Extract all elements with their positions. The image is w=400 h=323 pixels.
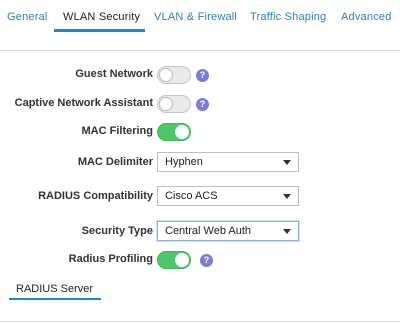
toggle-knob	[175, 253, 189, 267]
radius-profiling-toggle[interactable]	[157, 251, 191, 269]
security-type-select[interactable]: Central Web Auth	[157, 221, 299, 241]
caret-down-icon	[283, 229, 291, 234]
bottom-divider	[0, 321, 400, 322]
tab-vlan-firewall[interactable]: VLAN & Firewall	[154, 11, 237, 23]
help-icon[interactable]: ?	[196, 69, 209, 82]
captive-network-assistant-toggle[interactable]	[157, 95, 191, 113]
toggle-knob	[175, 125, 189, 139]
mac-delimiter-value: Hyphen	[165, 156, 203, 168]
tab-bar: General WLAN Security VLAN & Firewall Tr…	[0, 0, 400, 36]
toggle-knob	[159, 68, 173, 82]
guest-network-label: Guest Network	[75, 68, 153, 80]
toggle-knob	[159, 97, 173, 111]
guest-network-toggle[interactable]	[157, 66, 191, 84]
mac-delimiter-label: MAC Delimiter	[77, 156, 153, 168]
radius-compatibility-label: RADIUS Compatibility	[38, 190, 153, 202]
tab-traffic-shaping[interactable]: Traffic Shaping	[250, 11, 326, 23]
security-type-label: Security Type	[81, 225, 153, 237]
radius-compatibility-select[interactable]: Cisco ACS	[157, 186, 299, 206]
subtab-radius-server[interactable]: RADIUS Server	[16, 283, 93, 295]
mac-delimiter-select[interactable]: Hyphen	[157, 152, 299, 172]
security-type-value: Central Web Auth	[165, 225, 252, 237]
captive-network-assistant-label: Captive Network Assistant	[14, 97, 153, 109]
active-tab-indicator	[54, 29, 145, 32]
tab-advanced[interactable]: Advanced	[341, 11, 392, 23]
radius-compatibility-value: Cisco ACS	[165, 190, 218, 202]
mac-filtering-toggle[interactable]	[157, 123, 191, 141]
radius-profiling-label: Radius Profiling	[68, 253, 153, 265]
mac-filtering-label: MAC Filtering	[81, 125, 154, 137]
help-icon[interactable]: ?	[196, 98, 209, 111]
tab-general[interactable]: General	[7, 11, 48, 23]
caret-down-icon	[283, 194, 291, 199]
tab-wlan-security[interactable]: WLAN Security	[63, 11, 140, 23]
caret-down-icon	[283, 160, 291, 165]
header-divider	[0, 50, 400, 51]
active-subtab-indicator	[9, 298, 101, 300]
help-icon[interactable]: ?	[200, 254, 213, 267]
